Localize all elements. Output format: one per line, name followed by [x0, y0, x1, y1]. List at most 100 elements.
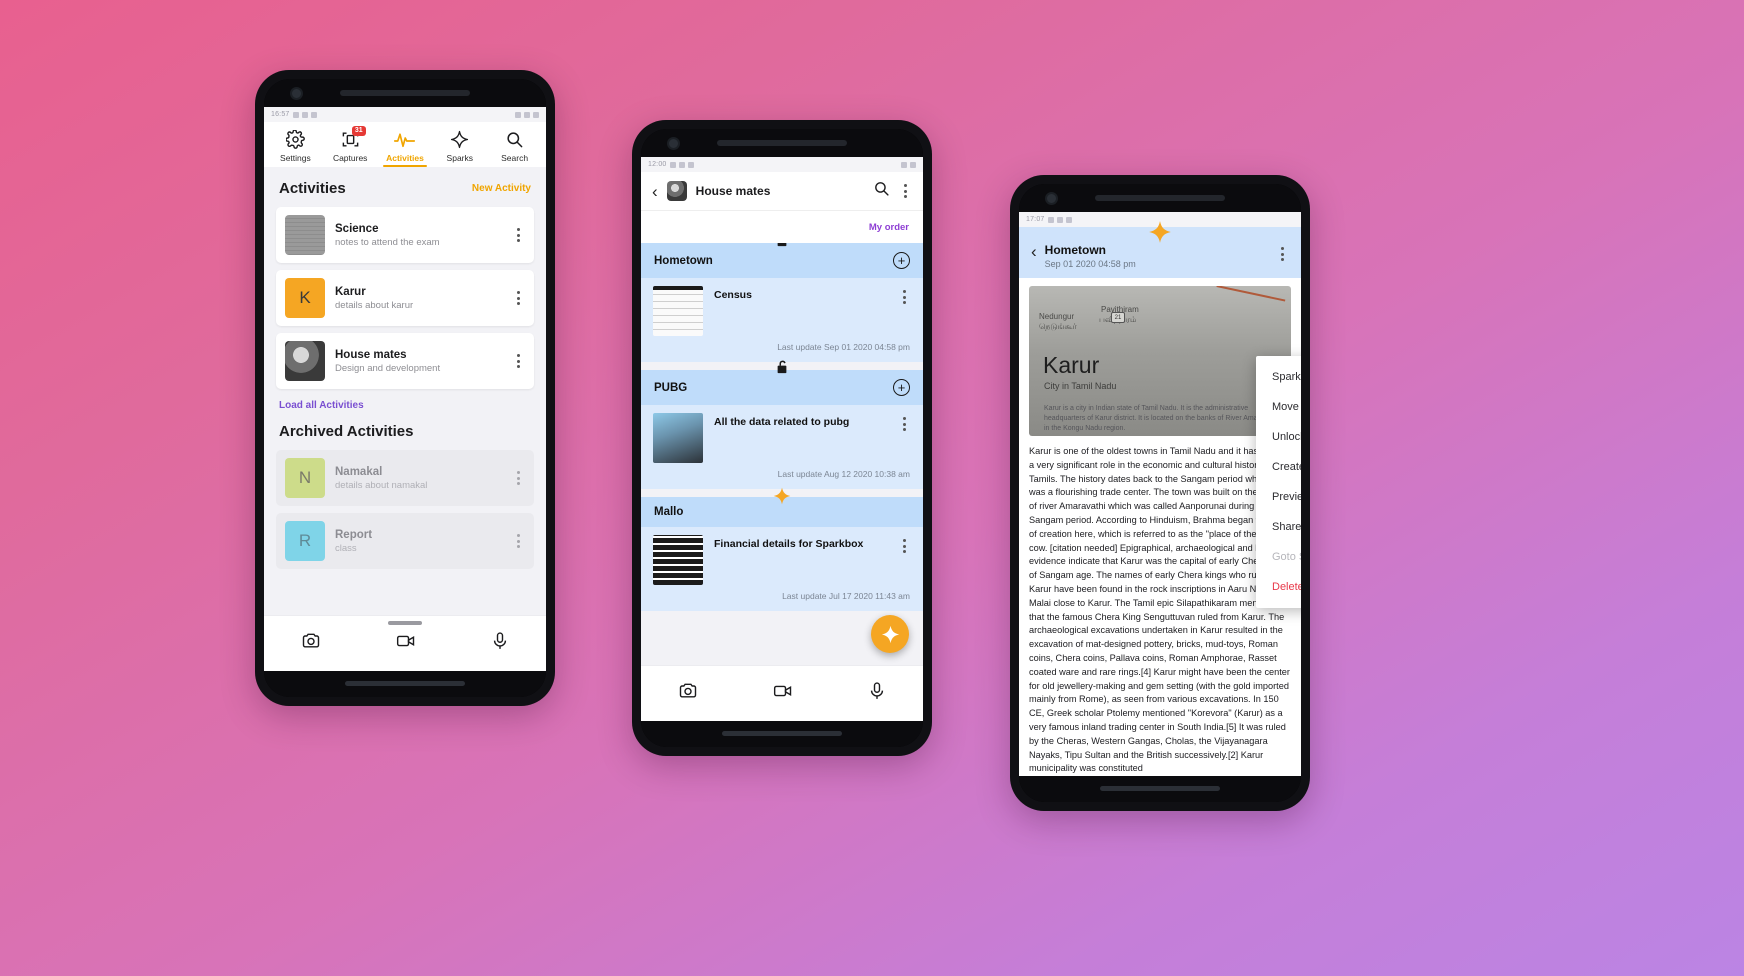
activity-subtitle: class: [335, 542, 357, 554]
statusbar-icon-1: [1047, 216, 1054, 223]
menu-item-goto-shared-spark: Goto Shared Spark: [1272, 551, 1301, 563]
nav-item-settings[interactable]: Settings: [269, 129, 321, 167]
statusbar-left: 17:07: [1026, 216, 1072, 223]
home-indicator: [345, 681, 465, 686]
back-arrow-icon[interactable]: ‹: [1031, 243, 1037, 260]
video-icon[interactable]: [394, 631, 418, 656]
archived-row-namakal[interactable]: N Namakal details about namakal: [276, 450, 534, 506]
kebab-menu-icon[interactable]: [898, 413, 911, 435]
spark-item[interactable]: All the data related to pubg: [641, 405, 923, 467]
activity-thumbnail: [285, 341, 325, 381]
video-icon[interactable]: [771, 681, 795, 706]
phone2-bottom-toolbar: [641, 665, 923, 721]
kebab-menu-icon[interactable]: [512, 350, 525, 372]
menu-item-preview-the-spark[interactable]: Preview the Spark: [1256, 482, 1301, 512]
statusbar-alarm-icon: [901, 161, 907, 168]
kebab-menu-icon[interactable]: [899, 180, 912, 202]
my-order-link[interactable]: My order: [869, 222, 909, 233]
spark-item[interactable]: Census: [641, 278, 923, 340]
order-row: My order: [641, 211, 923, 243]
spark-star-icon: [771, 486, 793, 509]
mic-icon[interactable]: [867, 681, 887, 706]
spark-title: Financial details for Sparkbox: [714, 538, 864, 550]
statusbar-signal-icon: [524, 111, 530, 118]
search-icon: [505, 129, 524, 150]
map-place-name: Karur: [1043, 352, 1100, 378]
nav-item-activities[interactable]: Activities: [379, 129, 431, 167]
activity-row-house-mates[interactable]: House mates Design and development: [276, 333, 534, 389]
kebab-menu-icon[interactable]: [1276, 243, 1289, 265]
archived-row-report[interactable]: R Report class: [276, 513, 534, 569]
kebab-menu-icon[interactable]: [898, 286, 911, 308]
activity-text: Karur details about karur: [335, 286, 502, 311]
activity-name: House mates: [335, 348, 407, 361]
menu-item-share[interactable]: Share: [1256, 512, 1301, 542]
menu-item-spark-properties[interactable]: Spark Properties: [1256, 362, 1301, 392]
statusbar-right: [901, 161, 916, 168]
phone3-bezel-top: [1019, 184, 1301, 212]
kebab-menu-icon[interactable]: [512, 467, 525, 489]
statusbar-signal-icon: [910, 161, 916, 168]
statusbar-clock: 16:57: [271, 111, 290, 118]
camera-icon[interactable]: [677, 681, 699, 706]
kebab-menu-icon[interactable]: [512, 224, 525, 246]
activity-subtitle: notes to attend the exam: [335, 236, 440, 248]
phone1-bottom-toolbar: [264, 615, 546, 671]
search-icon[interactable]: [873, 180, 890, 202]
activities-page-body: Activities New Activity Science notes to…: [264, 167, 546, 615]
menu-item-unlock-spark[interactable]: Unlock Spark: [1256, 422, 1301, 452]
phone1-bezel-bottom: [264, 671, 546, 697]
load-all-activities-link[interactable]: Load all Activities: [264, 396, 546, 421]
lock-closed-icon: [775, 243, 790, 252]
activity-row-science[interactable]: Science notes to attend the exam: [276, 207, 534, 263]
new-activity-button[interactable]: New Activity: [472, 183, 531, 194]
spark-last-update: Last update Jul 17 2020 11:43 am: [782, 591, 910, 601]
mic-icon[interactable]: [490, 631, 510, 656]
statusbar-icon-1: [669, 161, 676, 168]
phone2-screen: 12:00 ‹ House mates My order Hometown + …: [641, 157, 923, 721]
activity-initial: R: [298, 531, 312, 550]
statusbar-left: 16:57: [271, 111, 317, 118]
phone2-statusbar: 12:00: [641, 157, 923, 172]
highway-shield-icon: 21: [1111, 312, 1125, 323]
spark-thumbnail: [653, 286, 703, 336]
spark-thumbnail: [653, 413, 703, 463]
sheet-grabber[interactable]: [388, 621, 422, 625]
activity-name: Science: [335, 222, 379, 235]
add-spark-button[interactable]: +: [893, 252, 910, 269]
activity-subtitle: Design and development: [335, 362, 441, 374]
group-header[interactable]: Mallo: [641, 487, 923, 527]
spark-star-icon: [450, 129, 469, 150]
statusbar-right: [515, 111, 539, 118]
nav-item-captures[interactable]: 31 Captures: [324, 126, 376, 167]
add-spark-button[interactable]: +: [893, 379, 910, 396]
kebab-menu-icon[interactable]: [512, 287, 525, 309]
statusbar-icon-2: [301, 111, 308, 118]
nav-label-settings: Settings: [280, 153, 311, 163]
activity-text: Report class: [335, 529, 502, 554]
kebab-menu-icon[interactable]: [898, 535, 911, 557]
statusbar-icon-3: [310, 111, 317, 118]
group-header[interactable]: Hometown +: [641, 243, 923, 278]
map-preview-card[interactable]: Nedungur நெடுங்கூர் Pavithiram பவித்திரம…: [1029, 286, 1291, 436]
house-mates-appbar: ‹ House mates: [641, 172, 923, 211]
spark-add-fab[interactable]: [871, 615, 909, 653]
kebab-menu-icon[interactable]: [512, 530, 525, 552]
group-title: Hometown: [654, 254, 713, 267]
menu-item-delete[interactable]: Delete: [1256, 572, 1301, 602]
nav-label-activities: Activities: [386, 153, 424, 163]
statusbar-icon-1: [292, 111, 299, 118]
nav-item-search[interactable]: Search: [489, 129, 541, 167]
activity-row-karur[interactable]: K Karur details about karur: [276, 270, 534, 326]
activity-thumbnail: K: [285, 278, 325, 318]
spark-title: Census: [714, 289, 752, 301]
phone1-inner: 16:57 Settings 31 Captures Activities Sp…: [264, 79, 546, 697]
camera-icon[interactable]: [300, 631, 322, 656]
back-arrow-icon[interactable]: ‹: [652, 183, 658, 200]
group-header[interactable]: PUBG +: [641, 360, 923, 405]
menu-item-create-new-version[interactable]: Create New Version: [1256, 452, 1301, 482]
nav-item-sparks[interactable]: Sparks: [434, 129, 486, 167]
menu-item-move-spark[interactable]: Move Spark: [1256, 392, 1301, 422]
map-road-line: [1210, 286, 1286, 329]
spark-item[interactable]: Financial details for Sparkbox: [641, 527, 923, 589]
